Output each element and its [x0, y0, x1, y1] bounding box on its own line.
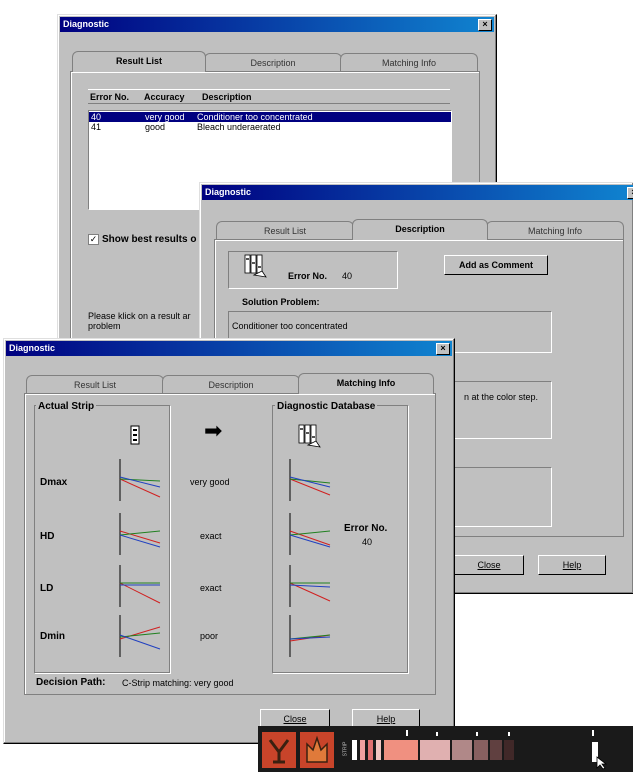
- patch-7: [452, 740, 472, 760]
- tab-description[interactable]: Description: [204, 53, 342, 72]
- title-bar[interactable]: Diagnostic ×: [202, 185, 633, 200]
- logo-left-mark: [268, 739, 290, 764]
- strip-side-text: STRIP: [342, 741, 349, 757]
- database-icon: [298, 424, 321, 448]
- list-header: Error No. Accuracy Description: [88, 89, 450, 104]
- database-curve-dmax: [289, 459, 331, 501]
- patch-8: [474, 740, 488, 760]
- column-description[interactable]: Description: [202, 92, 252, 102]
- window-title: Diagnostic: [205, 187, 252, 197]
- metric-label-dmax: Dmax: [40, 477, 68, 488]
- close-icon[interactable]: ×: [627, 187, 633, 199]
- title-bar[interactable]: Diagnostic ×: [60, 17, 494, 32]
- database-icon: [244, 254, 267, 278]
- database-curve-dmin: [289, 615, 331, 657]
- diagnostic-window-matching-info: Diagnostic × Result List Description Mat…: [3, 338, 455, 744]
- add-as-comment-button[interactable]: Add as Comment: [444, 255, 548, 275]
- close-icon[interactable]: ×: [436, 343, 450, 355]
- solution-problem-label: Solution Problem:: [242, 297, 320, 307]
- list-item[interactable]: 41 good Bleach underaerated: [89, 122, 451, 132]
- tab-matching-info[interactable]: Matching Info: [340, 53, 478, 72]
- strip-icon: [130, 425, 140, 445]
- patch-10: [504, 740, 514, 760]
- error-no-value: 40: [342, 271, 353, 281]
- error-no-label: Error No.: [288, 271, 328, 281]
- close-button[interactable]: Close: [454, 555, 524, 575]
- match-value-hd: exact: [200, 531, 222, 541]
- database-curve-ld: [289, 565, 331, 607]
- window-title: Diagnostic: [9, 343, 56, 353]
- tick-2: [436, 732, 438, 736]
- tab-result-list[interactable]: Result List: [26, 375, 164, 394]
- help-button[interactable]: Help: [538, 555, 606, 575]
- close-icon[interactable]: ×: [478, 19, 492, 31]
- database-curve-hd: [289, 513, 331, 555]
- database-error-no-value: 40: [362, 537, 373, 547]
- column-accuracy[interactable]: Accuracy: [144, 92, 185, 102]
- window-title: Diagnostic: [63, 19, 110, 29]
- patch-6: [420, 740, 450, 760]
- metric-label-ld: LD: [40, 583, 54, 594]
- match-value-dmax: very good: [190, 477, 230, 487]
- hint-text-2: problem: [88, 321, 121, 331]
- tab-description[interactable]: Description: [162, 375, 300, 394]
- metric-label-dmin: Dmin: [40, 631, 65, 642]
- solution-text: Conditioner too concentrated: [232, 321, 348, 331]
- tab-result-list[interactable]: Result List: [72, 51, 206, 72]
- tick-5: [592, 730, 594, 736]
- tab-matching-info[interactable]: Matching Info: [486, 221, 624, 240]
- actual-curve-dmax: [119, 459, 161, 501]
- actual-curve-ld: [119, 565, 161, 607]
- title-bar[interactable]: Diagnostic ×: [6, 341, 452, 356]
- patch-4: [376, 740, 381, 760]
- list-item[interactable]: 40 very good Conditioner too concentrate…: [89, 112, 451, 122]
- tab-description[interactable]: Description: [352, 219, 488, 240]
- show-best-results-checkbox[interactable]: ✓: [88, 234, 99, 245]
- tab-result-list[interactable]: Result List: [216, 221, 354, 240]
- logo-right-mark: [306, 735, 328, 763]
- decision-path-label: Decision Path:: [36, 677, 106, 688]
- cause-text: n at the color step.: [464, 392, 539, 402]
- patch-5: [384, 740, 418, 760]
- actual-curve-dmin: [119, 615, 161, 657]
- tick-3: [476, 732, 478, 736]
- actual-strip-label: Actual Strip: [36, 401, 97, 412]
- decision-path-value: C-Strip matching: very good: [122, 678, 234, 688]
- patch-2: [360, 740, 365, 760]
- patch-3: [368, 740, 373, 760]
- actual-curve-hd: [119, 513, 161, 555]
- patch-9: [490, 740, 502, 760]
- control-strip-image: STRIP: [258, 726, 633, 772]
- diagnostic-database-label: Diagnostic Database: [275, 401, 378, 412]
- tick-4: [508, 732, 510, 736]
- column-error-no[interactable]: Error No.: [90, 92, 129, 102]
- database-error-no-label: Error No.: [344, 523, 388, 534]
- cursor-icon: [596, 756, 608, 770]
- tab-matching-info[interactable]: Matching Info: [298, 373, 434, 394]
- match-value-dmin: poor: [200, 631, 219, 641]
- hint-text: Please klick on a result ar: [88, 311, 191, 321]
- patch-1: [352, 740, 357, 760]
- arrow-right-icon: ➡: [204, 419, 223, 444]
- match-value-ld: exact: [200, 583, 222, 593]
- metric-label-hd: HD: [40, 531, 55, 542]
- tick-1: [406, 730, 408, 736]
- show-best-results-label: Show best results o: [102, 234, 197, 245]
